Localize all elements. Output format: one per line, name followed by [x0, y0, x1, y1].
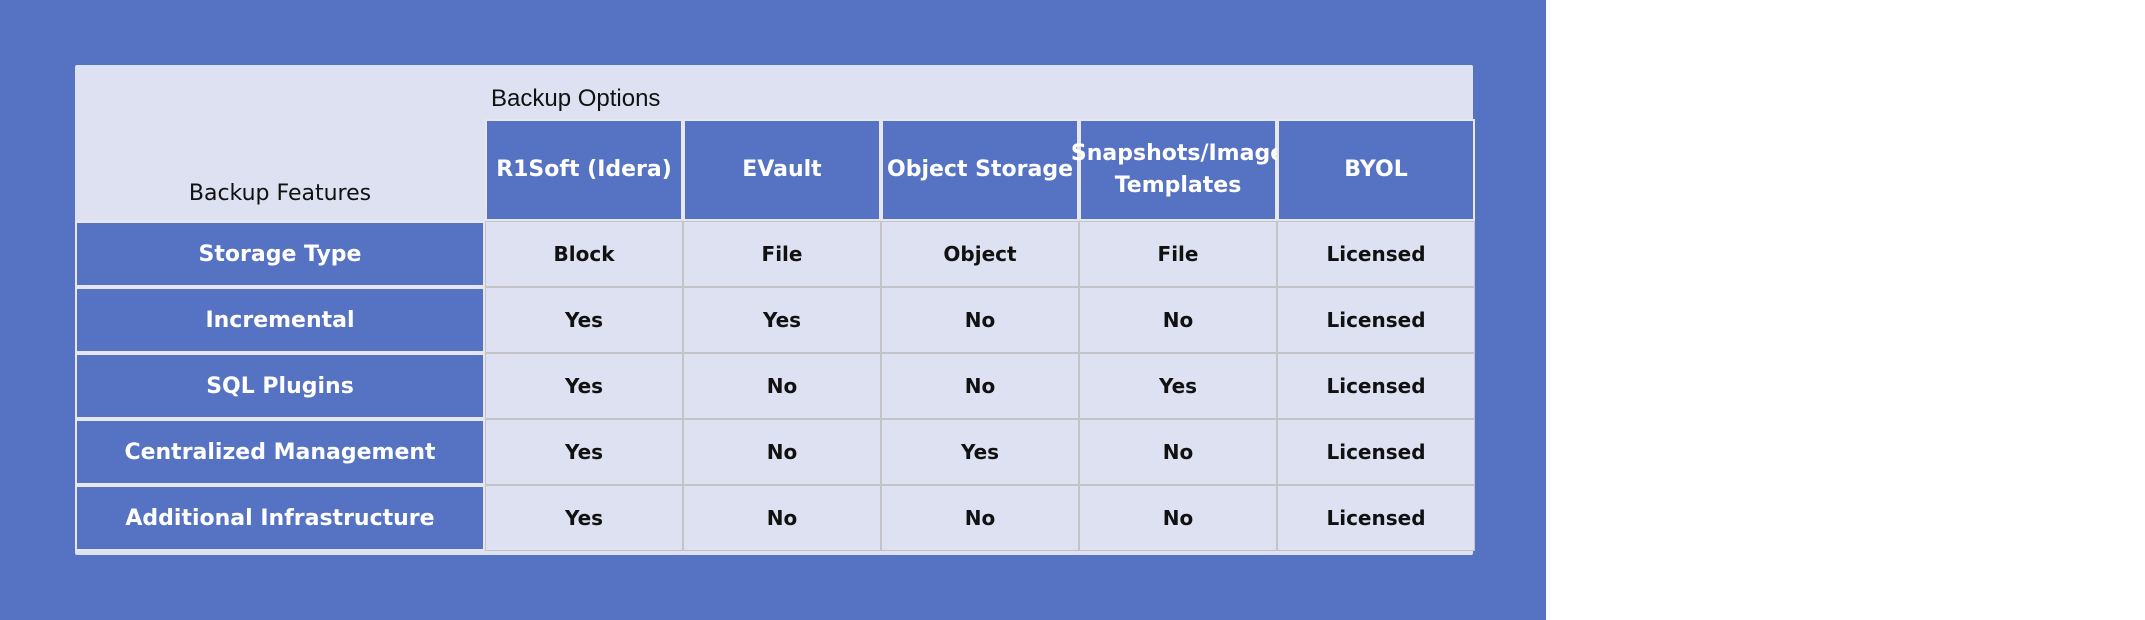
- column-header: BYOL: [1277, 119, 1475, 221]
- table-cell: Yes: [881, 419, 1079, 485]
- column-header: Object Storage: [881, 119, 1079, 221]
- table-cell: Yes: [485, 419, 683, 485]
- column-header: Snapshots/Image Templates: [1071, 119, 1285, 221]
- table-cell: No: [881, 287, 1079, 353]
- table-cell: Yes: [485, 287, 683, 353]
- table-cell: Yes: [485, 485, 683, 551]
- table-cell: File: [683, 221, 881, 287]
- table-cell: Licensed: [1277, 287, 1475, 353]
- table-cell: Block: [485, 221, 683, 287]
- backup-options-title: Backup Options: [491, 85, 661, 112]
- table-cell: Licensed: [1277, 221, 1475, 287]
- backup-features-title: Backup Features: [188, 181, 372, 206]
- row-header: SQL Plugins: [75, 353, 485, 419]
- table-cell: File: [1079, 221, 1277, 287]
- table-cell: No: [1079, 485, 1277, 551]
- slide-background: Backup Options Backup Features R1Soft (I…: [0, 0, 1546, 620]
- row-header: Additional Infrastructure: [75, 485, 485, 551]
- table-cell: Yes: [485, 353, 683, 419]
- table-cell: Object: [881, 221, 1079, 287]
- row-header: Centralized Management: [75, 419, 485, 485]
- row-header: Incremental: [75, 287, 485, 353]
- row-header: Storage Type: [75, 221, 485, 287]
- table-cell: No: [683, 485, 881, 551]
- table-cell: Licensed: [1277, 419, 1475, 485]
- table-cell: Yes: [1079, 353, 1277, 419]
- backup-comparison-table: Backup Options Backup Features R1Soft (I…: [75, 65, 1475, 555]
- column-header: R1Soft (Idera): [485, 119, 683, 221]
- table-cell: Licensed: [1277, 485, 1475, 551]
- table-cell: No: [1079, 419, 1277, 485]
- table-cell: No: [1079, 287, 1277, 353]
- table-cell: Yes: [683, 287, 881, 353]
- table-cell: No: [881, 353, 1079, 419]
- table-cell: No: [881, 485, 1079, 551]
- table-cell: Licensed: [1277, 353, 1475, 419]
- table-cell: No: [683, 353, 881, 419]
- table-cell: No: [683, 419, 881, 485]
- column-header: EVault: [683, 119, 881, 221]
